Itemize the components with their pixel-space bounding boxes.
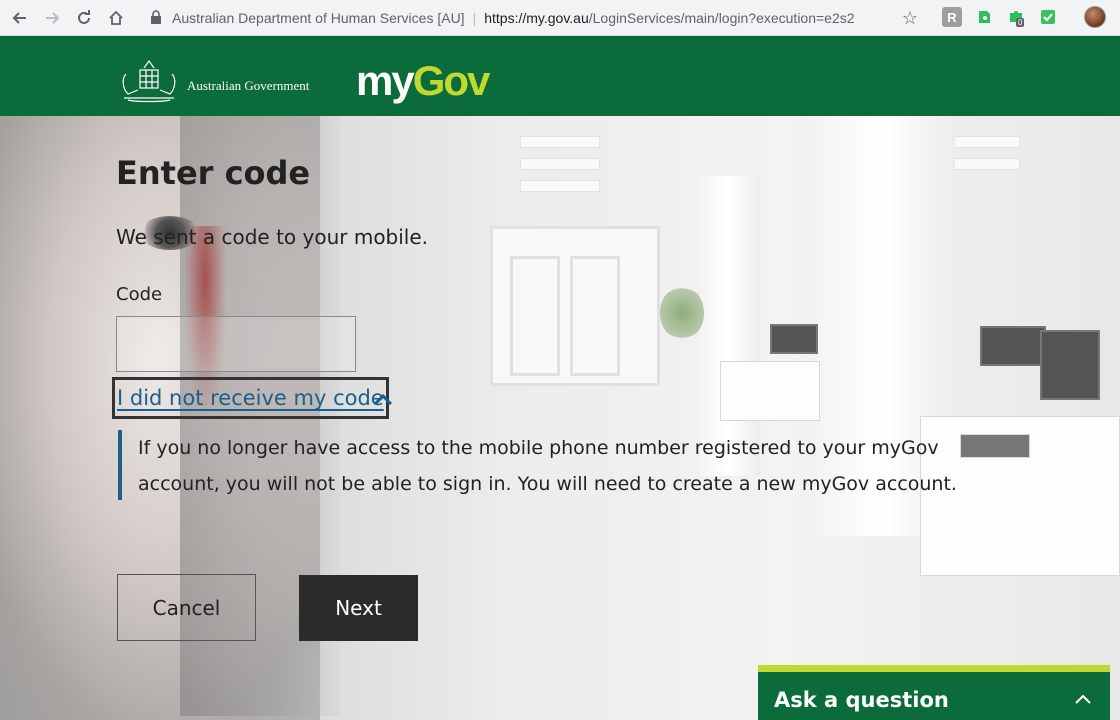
address-bar[interactable]: Australian Department of Human Services …	[140, 4, 928, 32]
info-text-line-2: account, you will not be able to sign in…	[138, 473, 957, 495]
lock-icon	[150, 9, 162, 27]
star-icon[interactable]: ☆	[902, 8, 918, 29]
page-subtitle: We sent a code to your mobile.	[116, 225, 429, 249]
no-access-info-panel: If you no longer have access to the mobi…	[118, 430, 1018, 500]
profile-avatar[interactable]	[1084, 6, 1106, 28]
did-not-receive-code-link[interactable]: I did not receive my code	[117, 386, 384, 410]
info-text-line-1: If you no longer have access to the mobi…	[138, 437, 939, 459]
coat-of-arms-icon	[122, 59, 176, 103]
home-icon[interactable]	[102, 4, 130, 32]
site-identity: Australian Department of Human Services …	[172, 10, 465, 26]
extension-puzzle-icon[interactable]: 0	[1006, 7, 1026, 27]
page-title: Enter code	[116, 154, 311, 192]
extension-badge: 0	[1016, 18, 1025, 27]
ask-a-question-label: Ask a question	[774, 688, 949, 712]
help-link-focus-ring: I did not receive my code	[112, 377, 389, 419]
logo-gov: Gov	[412, 57, 491, 104]
mygov-logo[interactable]: myGov	[356, 56, 491, 106]
next-button[interactable]: Next	[299, 575, 418, 641]
extension-check-icon[interactable]	[1038, 7, 1058, 27]
reload-icon[interactable]	[70, 4, 98, 32]
omnibox-separator: |	[472, 10, 477, 26]
site-header: Australian Government myGov	[0, 36, 1120, 116]
code-label: Code	[116, 284, 163, 305]
chevron-up-icon[interactable]	[1074, 686, 1092, 710]
url-path: /LoginServices/main/login?execution=e2s2	[588, 10, 855, 26]
code-input[interactable]	[116, 316, 356, 372]
forward-arrow-icon[interactable]	[38, 4, 66, 32]
browser-toolbar: Australian Department of Human Services …	[0, 0, 1120, 36]
chevron-up-icon[interactable]	[372, 388, 394, 412]
cancel-button[interactable]: Cancel	[117, 574, 256, 641]
ask-a-question-panel[interactable]: Ask a question	[758, 665, 1110, 720]
url-host: https://my.gov.au	[484, 10, 589, 26]
evernote-icon[interactable]	[974, 7, 994, 27]
logo-my: my	[356, 57, 415, 104]
extension-r-icon[interactable]: R	[942, 7, 962, 27]
government-name: Australian Government	[187, 78, 310, 93]
back-arrow-icon[interactable]	[6, 4, 34, 32]
